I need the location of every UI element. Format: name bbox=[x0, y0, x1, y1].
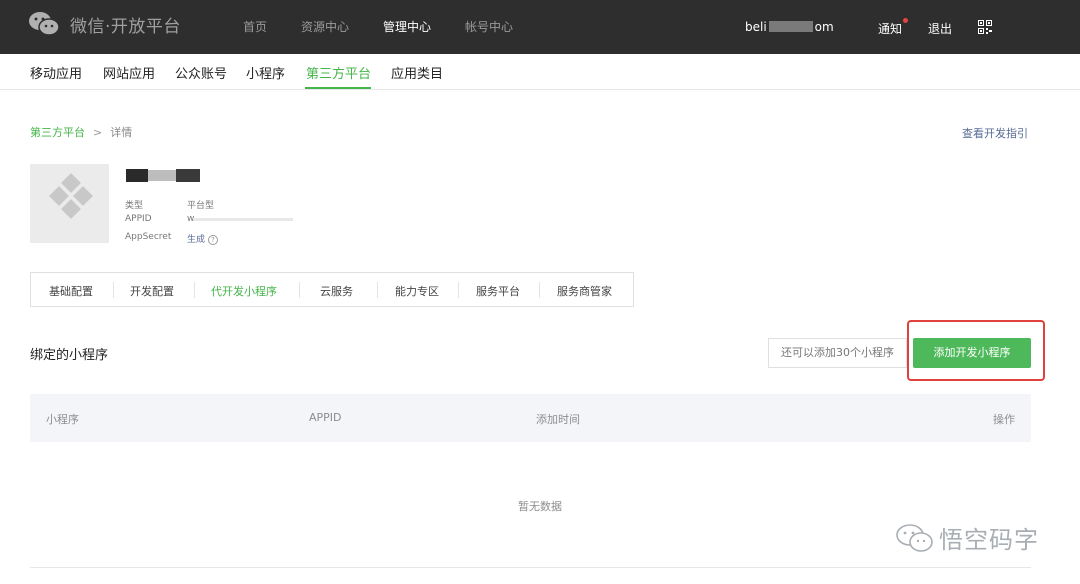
nav-item-account-center[interactable]: 帐号中心 bbox=[465, 18, 513, 35]
column-header-appid: APPID bbox=[309, 411, 342, 424]
account-email-prefix: beli bbox=[745, 20, 767, 34]
redaction-mask bbox=[148, 170, 176, 181]
tab-divider bbox=[458, 282, 459, 298]
placeholder-logo-icon bbox=[49, 173, 93, 219]
highlight-annotation-box bbox=[907, 320, 1045, 381]
wechat-logo-icon bbox=[29, 12, 60, 36]
account-email-suffix: om bbox=[814, 20, 834, 34]
tab-divider bbox=[377, 282, 378, 298]
nav-item-resources[interactable]: 资源中心 bbox=[301, 18, 349, 35]
divider bbox=[30, 567, 1031, 568]
subnav-mobile-apps[interactable]: 移动应用 bbox=[30, 63, 82, 82]
appsecret-label: AppSecret bbox=[125, 232, 172, 242]
platform-type-row: 类型 平台型 bbox=[125, 198, 214, 211]
watermark: 悟空码字 bbox=[895, 520, 1039, 555]
breadcrumb: 第三方平台 > 详情 bbox=[30, 124, 132, 140]
tab-capability-zone[interactable]: 能力专区 bbox=[395, 283, 439, 299]
breadcrumb-current: 详情 bbox=[110, 126, 133, 139]
top-bar: 微信·开放平台 首页 资源中心 管理中心 帐号中心 beli om 通知 退出 bbox=[0, 0, 1080, 54]
column-header-actions: 操作 bbox=[993, 413, 1015, 426]
tab-service-platform[interactable]: 服务平台 bbox=[476, 283, 520, 299]
breadcrumb-parent[interactable]: 第三方平台 bbox=[30, 126, 85, 139]
help-icon[interactable]: ? bbox=[208, 235, 219, 245]
tab-dev-config[interactable]: 开发配置 bbox=[130, 283, 174, 299]
nav-item-management[interactable]: 管理中心 bbox=[383, 18, 431, 35]
platform-tabs: 基础配置 开发配置 代开发小程序 云服务 能力专区 服务平台 服务商管家 bbox=[30, 272, 634, 307]
tab-divider bbox=[299, 282, 300, 298]
breadcrumb-separator: > bbox=[93, 126, 103, 139]
notice-link[interactable]: 通知 bbox=[878, 18, 909, 37]
column-header-added-time: 添加时间 bbox=[536, 413, 580, 426]
dev-guide-link[interactable]: 查看开发指引 bbox=[962, 125, 1028, 141]
subnav-mini-programs[interactable]: 小程序 bbox=[246, 63, 285, 82]
generate-secret-link[interactable]: 生成 bbox=[187, 235, 205, 245]
platform-secret-row: AppSecret 生成? bbox=[125, 232, 219, 245]
appsecret-value: 生成? bbox=[187, 232, 219, 245]
platform-appid-row: APPID w bbox=[125, 214, 293, 224]
tab-proxy-dev-mini-program[interactable]: 代开发小程序 bbox=[211, 283, 277, 299]
subnav-app-categories[interactable]: 应用类目 bbox=[391, 63, 443, 82]
subnav-web-apps[interactable]: 网站应用 bbox=[103, 63, 155, 82]
tab-divider bbox=[194, 282, 195, 298]
type-label: 类型 bbox=[125, 201, 144, 211]
notice-label: 通知 bbox=[878, 22, 903, 36]
redaction-mask bbox=[193, 218, 293, 221]
redaction-mask bbox=[126, 169, 148, 182]
logo-text: 微信·开放平台 bbox=[70, 16, 181, 37]
redaction-mask bbox=[176, 169, 200, 182]
platform-name-redacted bbox=[126, 167, 200, 184]
appid-label: APPID bbox=[125, 214, 152, 224]
nav-item-home[interactable]: 首页 bbox=[243, 18, 267, 35]
empty-state-text: 暂无数据 bbox=[518, 500, 562, 513]
bound-mini-programs-title: 绑定的小程序 bbox=[30, 348, 109, 363]
table-header: 小程序 APPID 添加时间 操作 bbox=[30, 394, 1031, 442]
top-nav: 首页 资源中心 管理中心 帐号中心 bbox=[243, 18, 547, 35]
qrcode-icon[interactable] bbox=[978, 20, 992, 34]
redaction-mask bbox=[768, 21, 813, 32]
subnav-official-accounts[interactable]: 公众账号 bbox=[175, 63, 227, 82]
platform-avatar bbox=[30, 164, 109, 243]
tab-divider bbox=[113, 282, 114, 298]
sub-nav: 移动应用 网站应用 公众账号 小程序 第三方平台 应用类目 bbox=[0, 54, 1080, 90]
type-value: 平台型 bbox=[187, 201, 215, 211]
active-tab-underline bbox=[305, 87, 371, 89]
remaining-quota: 还可以添加30个小程序 bbox=[768, 338, 907, 368]
tab-basic-config[interactable]: 基础配置 bbox=[49, 283, 93, 299]
account-email[interactable]: beli om bbox=[745, 20, 834, 34]
subnav-third-party-platform[interactable]: 第三方平台 bbox=[306, 63, 371, 82]
tab-provider-manager[interactable]: 服务商管家 bbox=[557, 283, 612, 299]
logo[interactable]: 微信·开放平台 bbox=[28, 11, 181, 37]
logout-link[interactable]: 退出 bbox=[928, 20, 952, 37]
tab-divider bbox=[539, 282, 540, 298]
wechat-watermark-icon bbox=[896, 523, 933, 552]
column-header-mini-program: 小程序 bbox=[46, 413, 79, 426]
watermark-text: 悟空码字 bbox=[939, 526, 1039, 554]
tab-cloud-service[interactable]: 云服务 bbox=[320, 283, 353, 299]
notification-dot-icon bbox=[903, 18, 909, 23]
